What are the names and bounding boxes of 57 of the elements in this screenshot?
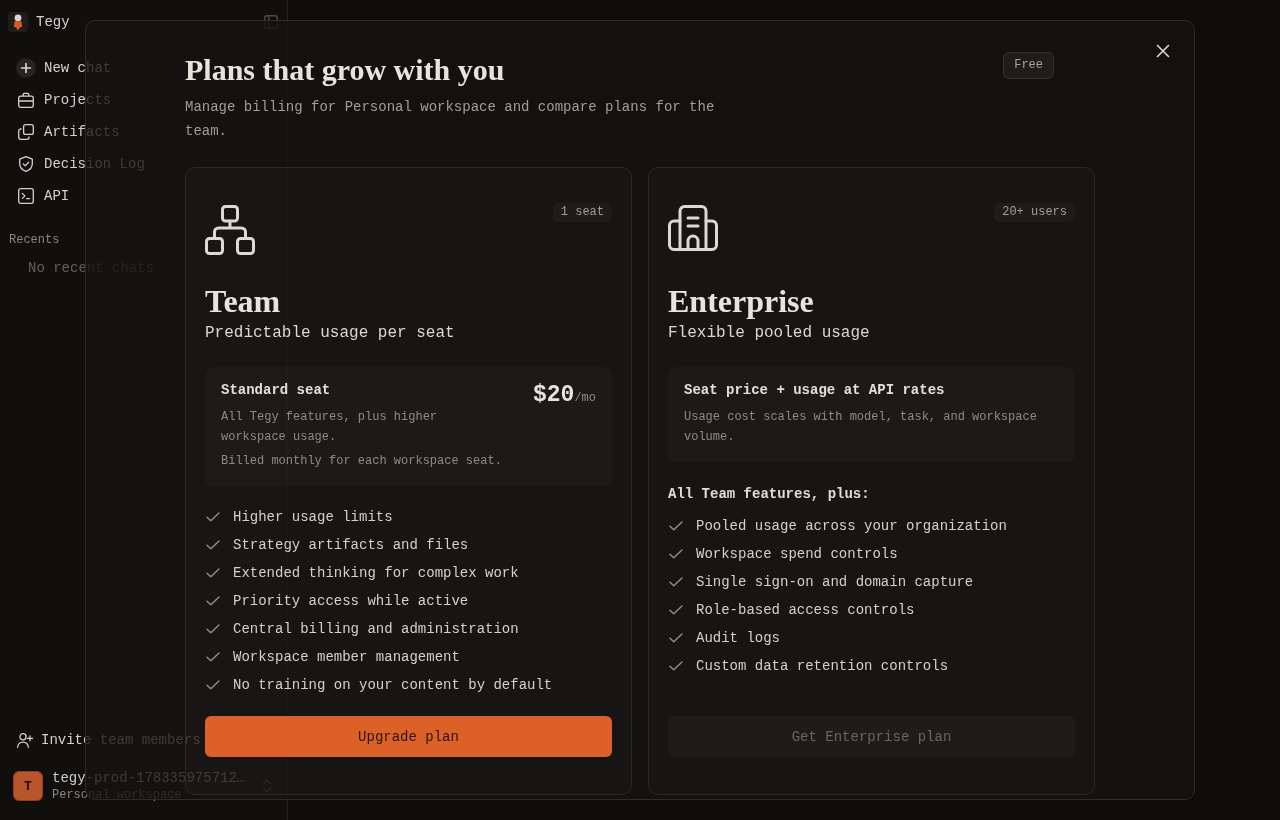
pricing-description: All Tegy features, plus higher workspace usage. — [221, 409, 439, 446]
logo-icon — [8, 12, 28, 32]
check-icon — [206, 512, 220, 522]
building-icon — [668, 205, 718, 251]
feature-text: Central billing and administration — [233, 620, 519, 639]
avatar[interactable]: T — [13, 771, 43, 801]
dialog-description: Manage billing for Personal workspace and compare plans for the team. — [185, 98, 716, 141]
plan-tagline: Flexible pooled usage — [668, 323, 870, 344]
plan-name: Team — [205, 282, 281, 321]
features-heading: All Team features, plus: — [668, 485, 870, 504]
plan-button[interactable]: Upgrade plan — [205, 716, 612, 757]
copy-icon — [18, 124, 34, 140]
check-icon — [669, 633, 683, 643]
feature-text: Workspace member management — [233, 648, 460, 667]
shield-check-icon — [18, 156, 34, 172]
plan-badge: 20+ users — [994, 203, 1075, 222]
check-icon — [206, 568, 220, 578]
feature-text: No training on your content by default — [233, 676, 553, 695]
feature-text: Role-based access controls — [696, 601, 915, 620]
feature-text: Strategy artifacts and files — [233, 536, 469, 555]
pricing-title: Seat price + usage at API rates — [684, 381, 946, 400]
plan-badge: 1 seat — [552, 203, 612, 222]
price-text: $20/mo — [532, 381, 596, 410]
pricing-description: Usage cost scales with model, task, and workspace volume. — [684, 409, 1038, 446]
current-plan-badge: Free — [1003, 52, 1054, 79]
feature-text: Audit logs — [696, 629, 780, 648]
hierarchy-icon — [205, 205, 255, 255]
plan-tagline: Predictable usage per seat — [205, 323, 455, 344]
feature-text: Higher usage limits — [233, 508, 393, 527]
check-icon — [206, 680, 220, 690]
close-icon[interactable] — [1156, 44, 1170, 58]
feature-text: Pooled usage across your organization — [696, 517, 1007, 536]
pricing-title: Standard seat — [221, 381, 332, 400]
feature-text: Single sign-on and domain capture — [696, 573, 974, 592]
section-heading: Recents — [8, 232, 60, 248]
brand-name: Tegy — [36, 13, 70, 32]
plus-icon — [16, 58, 36, 78]
check-icon — [206, 624, 220, 634]
briefcase-icon — [18, 92, 34, 108]
check-icon — [206, 540, 220, 550]
user-plus-icon — [17, 732, 33, 748]
check-icon — [669, 521, 683, 531]
feature-text: Custom data retention controls — [696, 657, 949, 676]
terminal-icon — [18, 188, 34, 204]
feature-text: Priority access while active — [233, 592, 469, 611]
feature-text: Workspace spend controls — [696, 545, 898, 564]
dialog-title: Plans that grow with you — [185, 52, 506, 88]
check-icon — [206, 652, 220, 662]
billing-note: Billed monthly for each workspace seat. — [221, 453, 503, 470]
check-icon — [669, 549, 683, 559]
check-icon — [669, 605, 683, 615]
feature-text: Extended thinking for complex work — [233, 564, 519, 583]
check-icon — [669, 661, 683, 671]
check-icon — [669, 577, 683, 587]
plan-name: Enterprise — [668, 282, 814, 321]
check-icon — [206, 596, 220, 606]
sidebar-item[interactable]: API — [8, 180, 74, 212]
